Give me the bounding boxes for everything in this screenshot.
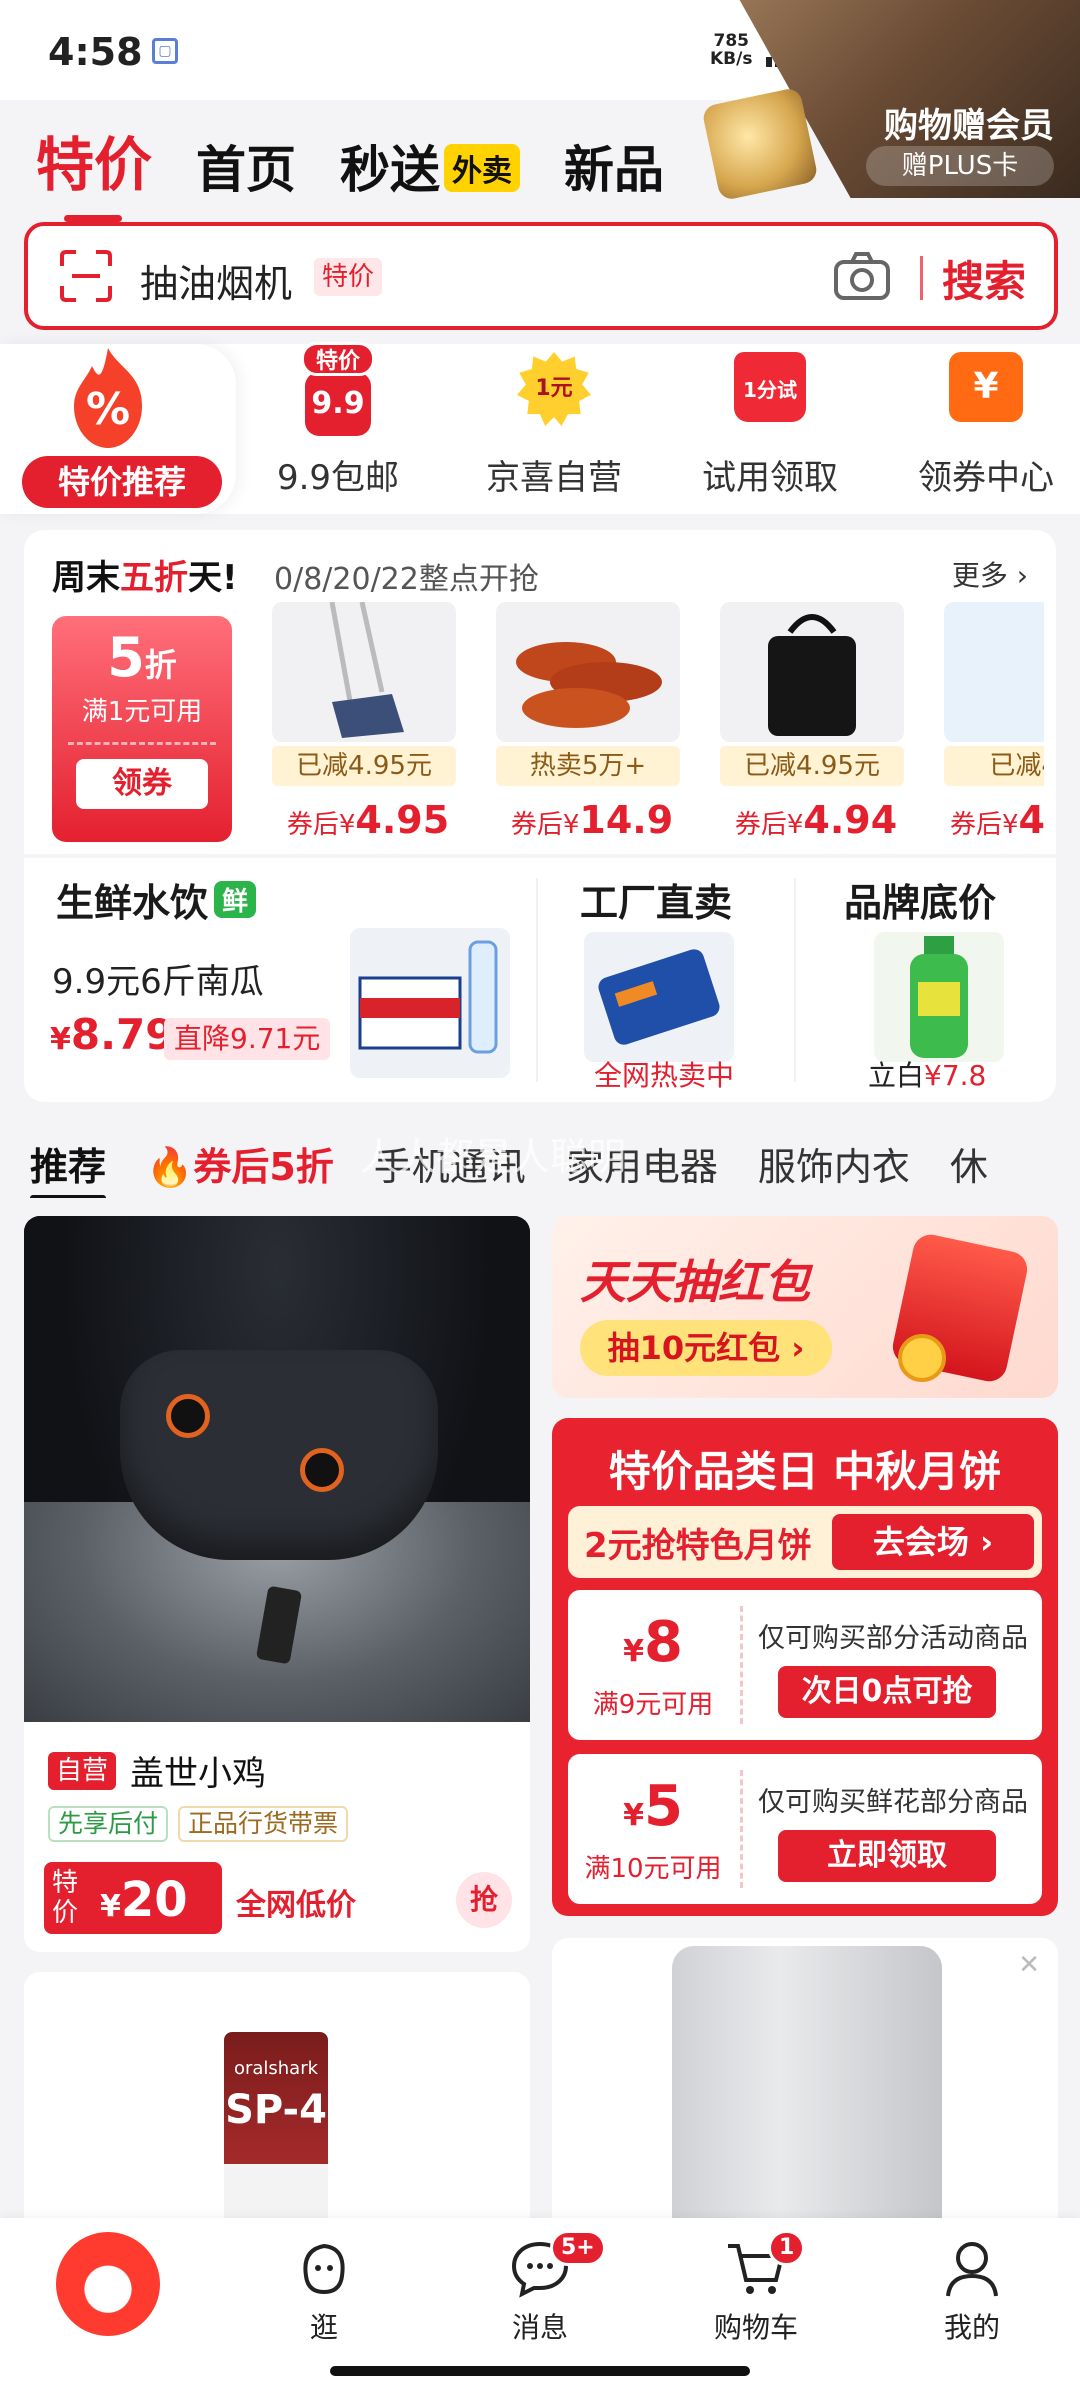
mop-image [272, 602, 456, 742]
detergent-image[interactable] [874, 932, 1004, 1062]
status-time: 4:58 [48, 30, 143, 74]
nav-messages[interactable]: 消息 5+ [470, 2230, 610, 2346]
hot-label: 特价推荐 [22, 456, 222, 508]
factory-sub: 全网热卖中 [594, 1059, 735, 1092]
close-icon[interactable]: ✕ [1018, 1950, 1040, 1980]
sausage-image [496, 602, 680, 742]
brand-title[interactable]: 品牌底价 [844, 872, 996, 927]
promo-title[interactable]: 购物赠会员 [884, 98, 1054, 147]
promo-subtitle[interactable]: 赠PLUS卡 [866, 146, 1054, 186]
weekend-item[interactable]: 已减4.95元 券后¥4.94 [712, 602, 912, 842]
coupon-card[interactable]: ¥5 满10元可用 仅可购买鲜花部分商品 立即领取 [568, 1754, 1042, 1904]
channel-row: 生鲜水饮鲜 9.9元6斤南瓜 ¥8.79 直降9.71元 工厂直卖 全网热卖中 … [24, 858, 1056, 1102]
price-99-icon: 9.9 特价 [301, 342, 375, 436]
lowest-price-label: 全网低价 [236, 1888, 356, 1923]
search-tag: 特价 [314, 258, 383, 296]
genuine-badge: 正品行货带票 [178, 1806, 349, 1842]
powerbank-image[interactable] [584, 932, 734, 1062]
one-yuan-icon: 1元 [517, 352, 591, 426]
search-divider [920, 256, 923, 300]
profile-icon [946, 2242, 998, 2297]
discount-coupon[interactable]: 5折 满1元可用 领券 [52, 616, 232, 842]
camera-icon[interactable] [832, 248, 892, 304]
category-day-title: 特价品类日 中秋月饼 [608, 1447, 1002, 1496]
cat-tab-clothing[interactable]: 服饰内衣 [758, 1136, 910, 1191]
fresh-desc[interactable]: 9.9元6斤南瓜 [52, 954, 264, 1003]
hot-recommend-entry[interactable]: % 特价推荐 [0, 344, 236, 514]
cat-tab-recommend[interactable]: 推荐 [30, 1136, 107, 1198]
category-day-bar[interactable]: 2元抢特色月饼 去会场 › [568, 1506, 1042, 1578]
fresh-drop-badge: 直降9.71元 [164, 1018, 331, 1060]
gift-box-icon [701, 86, 819, 202]
weekend-item[interactable]: 热卖5万+ 券后¥14.9 [488, 602, 688, 842]
tab-new[interactable]: 新品 [564, 130, 664, 202]
home-indicator[interactable] [330, 2366, 750, 2376]
product-card[interactable]: 自营 盖世小鸡 先享后付 正品行货带票 特价 ¥20 全网低价 抢 [24, 1216, 530, 1952]
cat-tab-half-price[interactable]: 🔥券后5折 [146, 1136, 334, 1191]
tab-home[interactable]: 首页 [196, 130, 296, 202]
coupon-icon: ¥ [949, 352, 1023, 422]
go-venue-button[interactable]: 去会场 › [832, 1514, 1034, 1570]
claim-now-button[interactable]: 立即领取 [778, 1830, 996, 1882]
category-day-card: 特价品类日 中秋月饼 2元抢特色月饼 去会场 › ¥8 满9元可用 仅可购买部分… [552, 1418, 1058, 1916]
red-envelope-banner[interactable]: 天天抽红包 抽10元红包 › [552, 1216, 1058, 1398]
price-tag: 特价 ¥20 [44, 1862, 222, 1934]
nav-browse[interactable]: 逛 [254, 2236, 394, 2346]
weekend-item[interactable]: 已减4.95元 券后¥4.95 [264, 602, 464, 842]
scan-icon[interactable] [58, 248, 114, 304]
factory-title[interactable]: 工厂直卖 [580, 872, 732, 927]
weekend-sale-card: 周末五折天! 0/8/20/22整点开抢 更多 › 5折 满1元可用 领券 已减… [24, 530, 1056, 854]
quick-item-trial[interactable]: 1分试 试用领取 [670, 352, 870, 499]
network-speed: 785 KB/s [710, 31, 753, 69]
fresh-title[interactable]: 生鲜水饮鲜 [56, 872, 257, 927]
top-tabs: 特价 首页 秒送 外卖 新品 [36, 118, 664, 222]
lunch-bag-image [720, 602, 904, 742]
home-mascot-icon[interactable] [56, 2232, 160, 2336]
grab-button[interactable]: 抢 [456, 1872, 512, 1928]
trial-bag-icon: 1分试 [734, 352, 806, 422]
cat-tab-more[interactable]: 休 [950, 1136, 988, 1191]
flame-percent-icon: % [74, 348, 142, 448]
search-input[interactable]: 抽油烟机 [140, 253, 292, 308]
quick-item-99[interactable]: 9.9 特价 9.9包邮 [238, 342, 438, 499]
watermark: 人人都是人聪明 [360, 1135, 627, 1179]
search-bar[interactable]: 抽油烟机 特价 搜索 [24, 222, 1058, 330]
water-image[interactable] [350, 928, 510, 1078]
product-name: 盖世小鸡 [130, 1754, 267, 1794]
weekend-title: 周末五折天! [52, 558, 238, 598]
nav-cart[interactable]: 购物车 1 [686, 2230, 826, 2346]
weekend-time: 0/8/20/22整点开抢 [274, 562, 539, 597]
search-button[interactable]: 搜索 [942, 248, 1026, 309]
gamepad-image [24, 1216, 530, 1722]
red-envelope-title: 天天抽红包 [580, 1255, 810, 1309]
pay-later-badge: 先享后付 [48, 1806, 169, 1842]
brand-sub: 立白¥7.8 [868, 1059, 987, 1092]
coconut-milk-image [944, 602, 1044, 742]
nav-profile[interactable]: 我的 [902, 2236, 1042, 2346]
message-badge: 5+ [550, 2230, 606, 2266]
svg-text:%: % [86, 384, 130, 435]
fresh-price[interactable]: ¥8.79 [50, 1010, 175, 1059]
coupon-next-day-button[interactable]: 次日0点可抢 [778, 1666, 996, 1718]
cart-badge: 1 [768, 2230, 806, 2266]
waimai-badge: 外卖 [444, 144, 521, 192]
coupon-card[interactable]: ¥8 满9元可用 仅可购买部分活动商品 次日0点可抢 [568, 1590, 1042, 1740]
browse-icon [303, 2243, 345, 2295]
tab-tejia[interactable]: 特价 [36, 118, 152, 222]
self-operated-badge: 自营 [48, 1751, 117, 1790]
weekend-item[interactable]: 已减4.9 券后¥4 [936, 602, 1044, 842]
get-coupon-button[interactable]: 领券 [76, 759, 208, 809]
quick-item-jingxi[interactable]: 1元 京喜自营 [454, 352, 654, 499]
coin-icon [898, 1334, 946, 1382]
quick-item-coupon[interactable]: ¥ 领券中心 [886, 352, 1080, 499]
tab-miaosong[interactable]: 秒送 外卖 [340, 130, 521, 202]
notification-icon: ▢ [152, 38, 178, 64]
quick-entries: % 特价推荐 9.9 特价 9.9包邮 1元 京喜自营 1分试 试用领取 ¥ 领券… [0, 342, 1080, 514]
more-link[interactable]: 更多 › [952, 554, 1028, 594]
red-envelope-button[interactable]: 抽10元红包 › [580, 1320, 832, 1376]
